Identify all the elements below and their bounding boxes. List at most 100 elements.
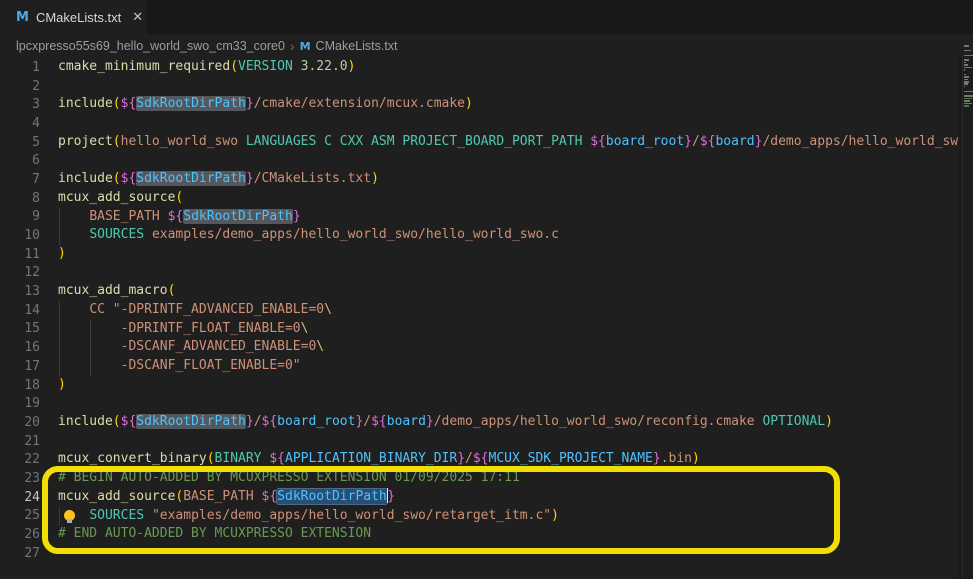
code-token-txt — [254, 489, 262, 504]
code-token-brace: } — [246, 414, 254, 429]
indent-guide — [90, 357, 91, 376]
code-token-paren: ) — [692, 451, 700, 466]
code-token-brace: } — [246, 171, 254, 186]
code-token-str: / — [254, 414, 262, 429]
code-token-str: /demo_apps/hello_world_swo — [762, 134, 959, 149]
code-line[interactable]: 11) — [0, 245, 959, 264]
code-token-fn: include — [58, 96, 113, 111]
code-line[interactable]: 14 CC "-DPRINTF_ADVANCED_ENABLE=0\ — [0, 301, 959, 320]
code-token-str: /CMakeLists.txt — [254, 171, 371, 186]
tab-cmakelists[interactable]: M CMakeLists.txt ✕ — [0, 0, 148, 34]
code-token-txt — [293, 59, 301, 74]
code-line[interactable]: 23# BEGIN AUTO-ADDED BY MCUXPRESSO EXTEN… — [0, 469, 959, 488]
code-line[interactable]: 4 — [0, 114, 959, 133]
breadcrumb-file[interactable]: CMakeLists.txt — [316, 39, 398, 53]
code-line[interactable]: 24mcux_add_source(BASE_PATH ${SdkRootDir… — [0, 488, 959, 507]
lightbulb-code-action-icon[interactable] — [64, 510, 75, 521]
code-token-kw: VERSION — [238, 59, 293, 74]
line-number: 21 — [0, 434, 40, 449]
code-token-paren: ) — [371, 171, 379, 186]
code-token-txt — [58, 339, 121, 354]
code-line[interactable]: 15 -DPRINTF_FLOAT_ENABLE=0\ — [0, 320, 959, 339]
code-line[interactable]: 8mcux_add_source( — [0, 189, 959, 208]
line-number: 12 — [0, 265, 40, 280]
code-token-str: examples/demo_apps/hello_world_swo/hello… — [152, 227, 559, 242]
minimap[interactable] — [962, 57, 973, 579]
code-line[interactable]: 19 — [0, 394, 959, 413]
code-token-brace: ${ — [121, 414, 137, 429]
code-line[interactable]: 22mcux_convert_binary(BINARY ${APPLICATI… — [0, 450, 959, 469]
minimap-line-mark — [964, 64, 968, 66]
breadcrumb-folder[interactable]: lpcxpresso55s69_hello_world_swo_cm33_cor… — [16, 39, 285, 53]
code-line[interactable]: 10 SOURCES examples/demo_apps/hello_worl… — [0, 226, 959, 245]
line-number: 14 — [0, 303, 40, 318]
code-line[interactable]: 21 — [0, 432, 959, 451]
minimap-line-mark — [964, 79, 968, 81]
code-line[interactable]: 9 BASE_PATH ${SdkRootDirPath} — [0, 208, 959, 227]
code-token-brace: ${ — [700, 134, 716, 149]
code-token-str: /demo_apps/hello_world_swo/reconfig.cmak… — [434, 414, 755, 429]
line-number: 11 — [0, 247, 40, 262]
minimap-line-mark — [964, 45, 969, 47]
code-token-paren: ( — [175, 190, 183, 205]
code-token-varsel: SdkRootDirPath — [277, 489, 387, 504]
code-line[interactable]: 27 — [0, 544, 959, 563]
minimap-line-mark — [964, 50, 971, 52]
code-token-brace: } — [387, 489, 395, 504]
cmake-file-icon: M — [300, 40, 311, 53]
code-token-str: .bin — [661, 451, 692, 466]
code-line[interactable]: 7include(${SdkRootDirPath}/CMakeLists.tx… — [0, 170, 959, 189]
code-token-str: -DSCANF_FLOAT_ENABLE=0" — [121, 358, 301, 373]
cmake-file-icon: M — [16, 10, 29, 25]
code-line[interactable]: 17 -DSCANF_FLOAT_ENABLE=0" — [0, 357, 959, 376]
code-line[interactable]: 3include(${SdkRootDirPath}/cmake/extensi… — [0, 95, 959, 114]
tab-close-icon[interactable]: ✕ — [132, 9, 143, 25]
code-token-paren: ) — [348, 59, 356, 74]
line-number: 22 — [0, 452, 40, 467]
code-line[interactable]: 26# END AUTO-ADDED BY MCUXPRESSO EXTENSI… — [0, 525, 959, 544]
code-line[interactable]: 12 — [0, 264, 959, 283]
line-number: 9 — [0, 209, 40, 224]
code-line[interactable]: 1cmake_minimum_required(VERSION 3.22.0) — [0, 58, 959, 77]
code-token-paren: ( — [113, 171, 121, 186]
code-token-varhl: SdkRootDirPath — [136, 96, 246, 111]
code-token-brace: ${ — [121, 96, 137, 111]
code-line[interactable]: 2 — [0, 77, 959, 96]
chevron-right-icon: › — [290, 39, 295, 53]
minimap-line-mark — [964, 59, 969, 61]
code-token-paren: ) — [465, 96, 473, 111]
code-token-str: "examples/demo_apps/hello_world_swo/reta… — [152, 508, 551, 523]
code-token-cmt: # END AUTO-ADDED BY MCUXPRESSO EXTENSION — [58, 526, 371, 541]
code-line[interactable]: 20include(${SdkRootDirPath}/${board_root… — [0, 413, 959, 432]
code-line[interactable]: 6 — [0, 151, 959, 170]
code-token-str: CC "-DPRINTF_ADVANCED_ENABLE=0 — [89, 302, 324, 317]
minimap-line-mark — [964, 81, 969, 83]
code-token-str: BASE_PATH — [89, 209, 159, 224]
code-token-paren: ( — [113, 134, 121, 149]
code-token-varhl: SdkRootDirPath — [136, 414, 246, 429]
code-token-brace: ${ — [168, 209, 184, 224]
code-token-txt — [160, 209, 168, 224]
line-number: 1 — [0, 60, 40, 75]
code-token-varhl: SdkRootDirPath — [136, 171, 246, 186]
code-token-fn: mcux_convert_binary — [58, 451, 207, 466]
code-line[interactable]: 18) — [0, 376, 959, 395]
indent-guide — [59, 208, 60, 227]
code-editor[interactable]: 1cmake_minimum_required(VERSION 3.22.0)2… — [0, 57, 959, 579]
code-line[interactable]: 16 -DSCANF_ADVANCED_ENABLE=0\ — [0, 338, 959, 357]
code-token-varhl: SdkRootDirPath — [183, 209, 293, 224]
line-number: 23 — [0, 471, 40, 486]
code-token-txt — [58, 302, 89, 317]
code-line[interactable]: 5project(hello_world_swo LANGUAGES C CXX… — [0, 133, 959, 152]
line-number: 3 — [0, 97, 40, 112]
code-token-txt — [58, 227, 89, 242]
code-token-str: hello_world_swo — [121, 134, 238, 149]
code-token-paren: ) — [58, 246, 66, 261]
code-token-str: / — [363, 414, 371, 429]
line-number: 2 — [0, 79, 40, 94]
code-line[interactable]: 13mcux_add_macro( — [0, 282, 959, 301]
code-token-esc: \ — [324, 302, 332, 317]
line-number: 27 — [0, 546, 40, 561]
code-line[interactable]: 25 SOURCES "examples/demo_apps/hello_wor… — [0, 507, 959, 526]
code-token-fn: cmake_minimum_required — [58, 59, 230, 74]
